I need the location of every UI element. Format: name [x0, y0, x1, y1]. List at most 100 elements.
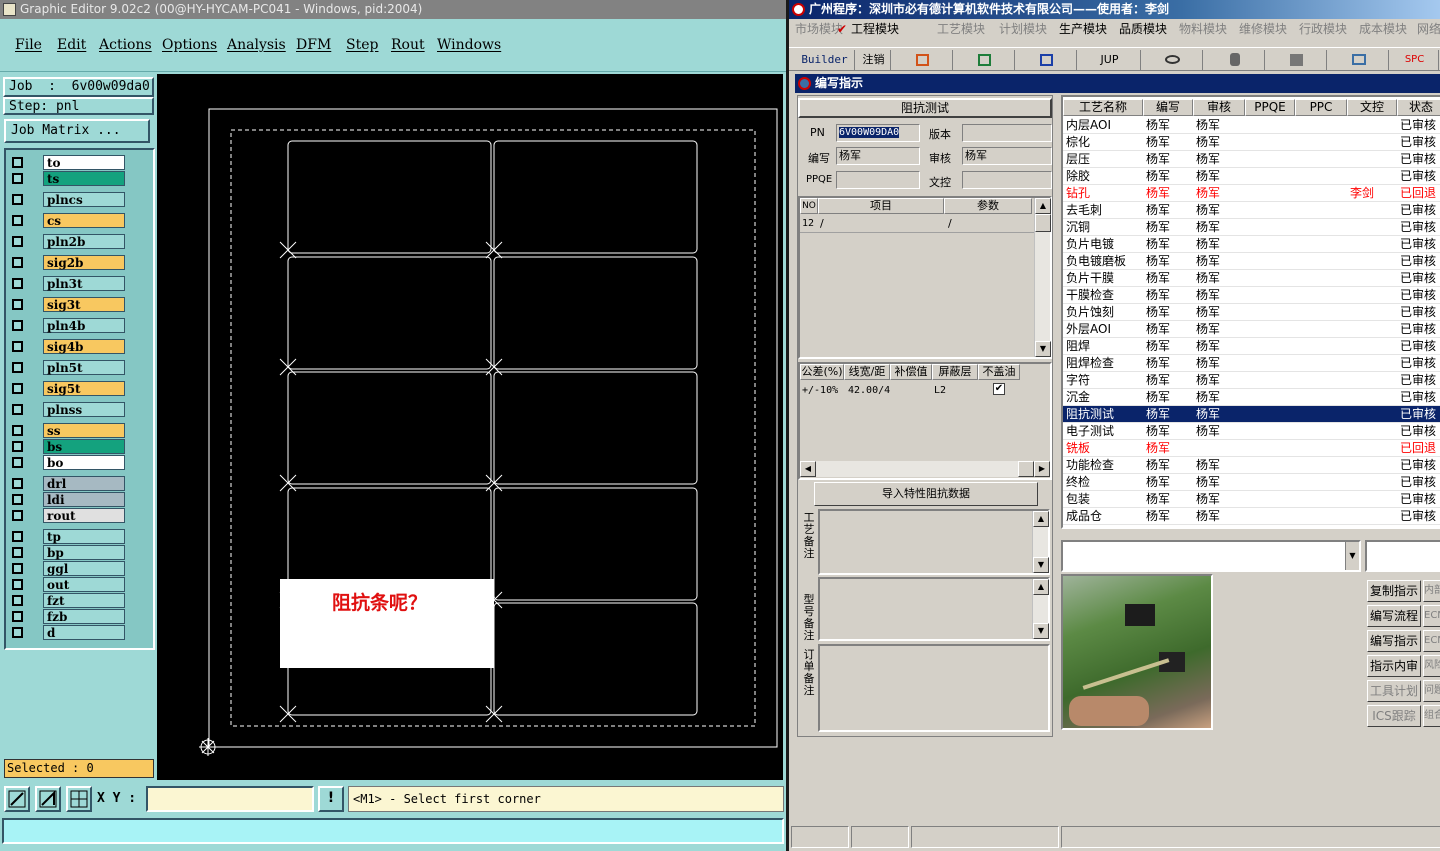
- layer-name[interactable]: sig3t: [43, 297, 125, 312]
- layer-name[interactable]: pln5t: [43, 360, 125, 375]
- pa-title-bar[interactable]: 广州程序：深圳市必有德计算机软件技术有限公司——使用者：李剑: [789, 0, 1440, 19]
- layer-name[interactable]: sig5t: [43, 381, 125, 396]
- model-remark-box[interactable]: ▲ ▼: [818, 577, 1050, 641]
- layer-name[interactable]: bp: [43, 545, 125, 560]
- scroll-up-icon[interactable]: ▲: [1033, 579, 1049, 595]
- layer-row-pln5t[interactable]: pln5t: [9, 360, 127, 375]
- ppqe-field[interactable]: [836, 171, 920, 189]
- layer-row-bp[interactable]: bp: [9, 545, 127, 560]
- layer-row-sig3t[interactable]: sig3t: [9, 297, 127, 312]
- layer-name[interactable]: out: [43, 577, 125, 592]
- layer-name[interactable]: d: [43, 625, 125, 640]
- table-row[interactable]: 字符 杨军 杨军 已审核: [1063, 372, 1440, 389]
- layer-row-rout[interactable]: rout: [9, 508, 127, 523]
- measure-button[interactable]: [35, 786, 61, 812]
- side-button-3-0[interactable]: 指示内审: [1367, 655, 1421, 677]
- menu-step[interactable]: Step: [346, 37, 378, 53]
- logout-button[interactable]: 注销: [857, 50, 891, 70]
- review-field[interactable]: 杨军: [962, 147, 1052, 165]
- layer-checkbox[interactable]: [12, 157, 23, 168]
- module-tab-4[interactable]: 生产模块: [1059, 19, 1107, 39]
- table-row[interactable]: 功能检查 杨军 杨军 已审核: [1063, 457, 1440, 474]
- layer-row-to[interactable]: to: [9, 155, 127, 170]
- layer-name[interactable]: pln2b: [43, 234, 125, 249]
- layer-checkbox[interactable]: [12, 547, 23, 558]
- version-field[interactable]: [962, 124, 1052, 142]
- pt-col-ppc[interactable]: PPC: [1295, 99, 1347, 116]
- items-row-no[interactable]: 12: [802, 215, 814, 232]
- control-field[interactable]: [962, 171, 1052, 189]
- network-button[interactable]: [1267, 50, 1327, 70]
- process-remark-box[interactable]: ▲ ▼: [818, 509, 1050, 575]
- side-button-1-0[interactable]: 编写流程: [1367, 605, 1421, 627]
- layer-row-drl[interactable]: drl: [9, 476, 127, 491]
- builder-button[interactable]: Builder: [795, 50, 855, 70]
- pt-col-review[interactable]: 审核: [1193, 99, 1245, 116]
- items-row-item[interactable]: /: [820, 215, 824, 232]
- imp-col-compensation[interactable]: 补偿值: [890, 364, 932, 380]
- table-row[interactable]: 阻抗测试 杨军 杨军 已审核: [1063, 406, 1440, 423]
- imp-linewidth[interactable]: 42.00/4: [848, 382, 890, 399]
- pn-field[interactable]: 6V00W09DA0: [836, 124, 920, 142]
- author-field[interactable]: 杨军: [836, 147, 920, 165]
- imp-col-tolerance[interactable]: 公差(%): [800, 364, 844, 380]
- layer-row-ldi[interactable]: ldi: [9, 492, 127, 507]
- order-remark-box[interactable]: [818, 644, 1050, 732]
- layer-row-fzb[interactable]: fzb: [9, 609, 127, 624]
- imp-col-shield[interactable]: 屏蔽层: [932, 364, 978, 380]
- layer-checkbox[interactable]: [12, 278, 23, 289]
- layer-row-cs[interactable]: cs: [9, 213, 127, 228]
- module-tab-9[interactable]: 成本模块: [1359, 19, 1407, 39]
- menu-options[interactable]: Options: [162, 37, 217, 53]
- layer-row-ggl[interactable]: ggl: [9, 561, 127, 576]
- table-row[interactable]: 沉金 杨军 杨军 已审核: [1063, 389, 1440, 406]
- layer-checkbox[interactable]: [12, 194, 23, 205]
- table-row[interactable]: 负片蚀刻 杨军 杨军 已审核: [1063, 304, 1440, 321]
- layer-row-fzt[interactable]: fzt: [9, 593, 127, 608]
- table-row[interactable]: 负片干膜 杨军 杨军 已审核: [1063, 270, 1440, 287]
- module-tab-2[interactable]: 工艺模块: [937, 19, 985, 39]
- layer-row-sig4b[interactable]: sig4b: [9, 339, 127, 354]
- layer-name[interactable]: rout: [43, 508, 125, 523]
- graphics-canvas[interactable]: 阻抗条呢？: [157, 74, 783, 780]
- menu-file[interactable]: File: [15, 37, 42, 53]
- layer-row-d[interactable]: d: [9, 625, 127, 640]
- scroll-down-icon[interactable]: ▼: [1033, 557, 1049, 573]
- layer-checkbox[interactable]: [12, 173, 23, 184]
- table-row[interactable]: 铣板 杨军 已回退: [1063, 440, 1440, 457]
- scroll-up-icon[interactable]: ▲: [1035, 198, 1051, 214]
- layer-checkbox[interactable]: [12, 299, 23, 310]
- menu-edit[interactable]: Edit: [57, 37, 86, 53]
- table-row[interactable]: 阻焊检查 杨军 杨军 已审核: [1063, 355, 1440, 372]
- layer-checkbox[interactable]: [12, 510, 23, 521]
- layer-name[interactable]: pln4b: [43, 318, 125, 333]
- layer-name[interactable]: plncs: [43, 192, 125, 207]
- spc-button[interactable]: SPC: [1391, 50, 1439, 70]
- layer-row-out[interactable]: out: [9, 577, 127, 592]
- scroll-thumb[interactable]: [1035, 214, 1051, 232]
- items-col-item[interactable]: 项目: [818, 198, 944, 214]
- table-row[interactable]: 包装 杨军 杨军 已审核: [1063, 491, 1440, 508]
- layer-name[interactable]: bs: [43, 439, 125, 454]
- pt-col-status[interactable]: 状态: [1397, 99, 1440, 116]
- module-tab-6[interactable]: 物料模块: [1179, 19, 1227, 39]
- layer-checkbox[interactable]: [12, 611, 23, 622]
- scroll-right-icon[interactable]: ▶: [1034, 461, 1050, 477]
- module-tab-7[interactable]: 维修模块: [1239, 19, 1287, 39]
- layer-row-plnss[interactable]: plnss: [9, 402, 127, 417]
- layer-name[interactable]: sig4b: [43, 339, 125, 354]
- items-col-param[interactable]: 参数: [944, 198, 1032, 214]
- pt-col-ppqe[interactable]: PPQE: [1245, 99, 1295, 116]
- layer-row-plncs[interactable]: plncs: [9, 192, 127, 207]
- imp-col-nocover[interactable]: 不盖油: [978, 364, 1020, 380]
- pt-col-name[interactable]: 工艺名称: [1063, 99, 1143, 116]
- layer-checkbox[interactable]: [12, 383, 23, 394]
- layer-row-bs[interactable]: bs: [9, 439, 127, 454]
- excel-button[interactable]: [955, 50, 1015, 70]
- job-matrix-button[interactable]: Job Matrix ...: [4, 119, 150, 143]
- layer-name[interactable]: pln3t: [43, 276, 125, 291]
- table-row[interactable]: 钻孔 杨军 杨军 李剑 已回退: [1063, 185, 1440, 202]
- import-impedance-button[interactable]: 导入特性阻抗数据: [814, 482, 1038, 506]
- table-row[interactable]: 阻焊 杨军 杨军 已审核: [1063, 338, 1440, 355]
- scroll-down-icon[interactable]: ▼: [1035, 341, 1051, 357]
